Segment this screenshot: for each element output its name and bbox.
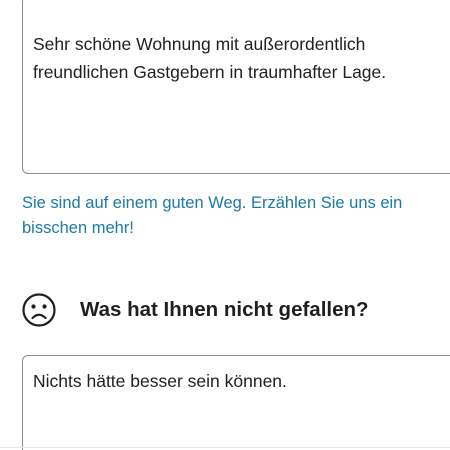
divider (0, 447, 450, 448)
sad-face-icon (22, 293, 56, 327)
negative-review-textarea[interactable]: Nichts hätte besser sein können. (22, 355, 450, 450)
positive-review-textarea[interactable]: Sehr schöne Wohnung mit außerordentlich … (22, 0, 450, 174)
review-form: Sehr schöne Wohnung mit außerordentlich … (0, 0, 450, 450)
negative-section-header: Was hat Ihnen nicht gefallen? (22, 292, 369, 328)
review-hint-text: Sie sind auf einem guten Weg. Erzählen S… (22, 194, 403, 237)
negative-section-title: Was hat Ihnen nicht gefallen? (80, 298, 369, 321)
